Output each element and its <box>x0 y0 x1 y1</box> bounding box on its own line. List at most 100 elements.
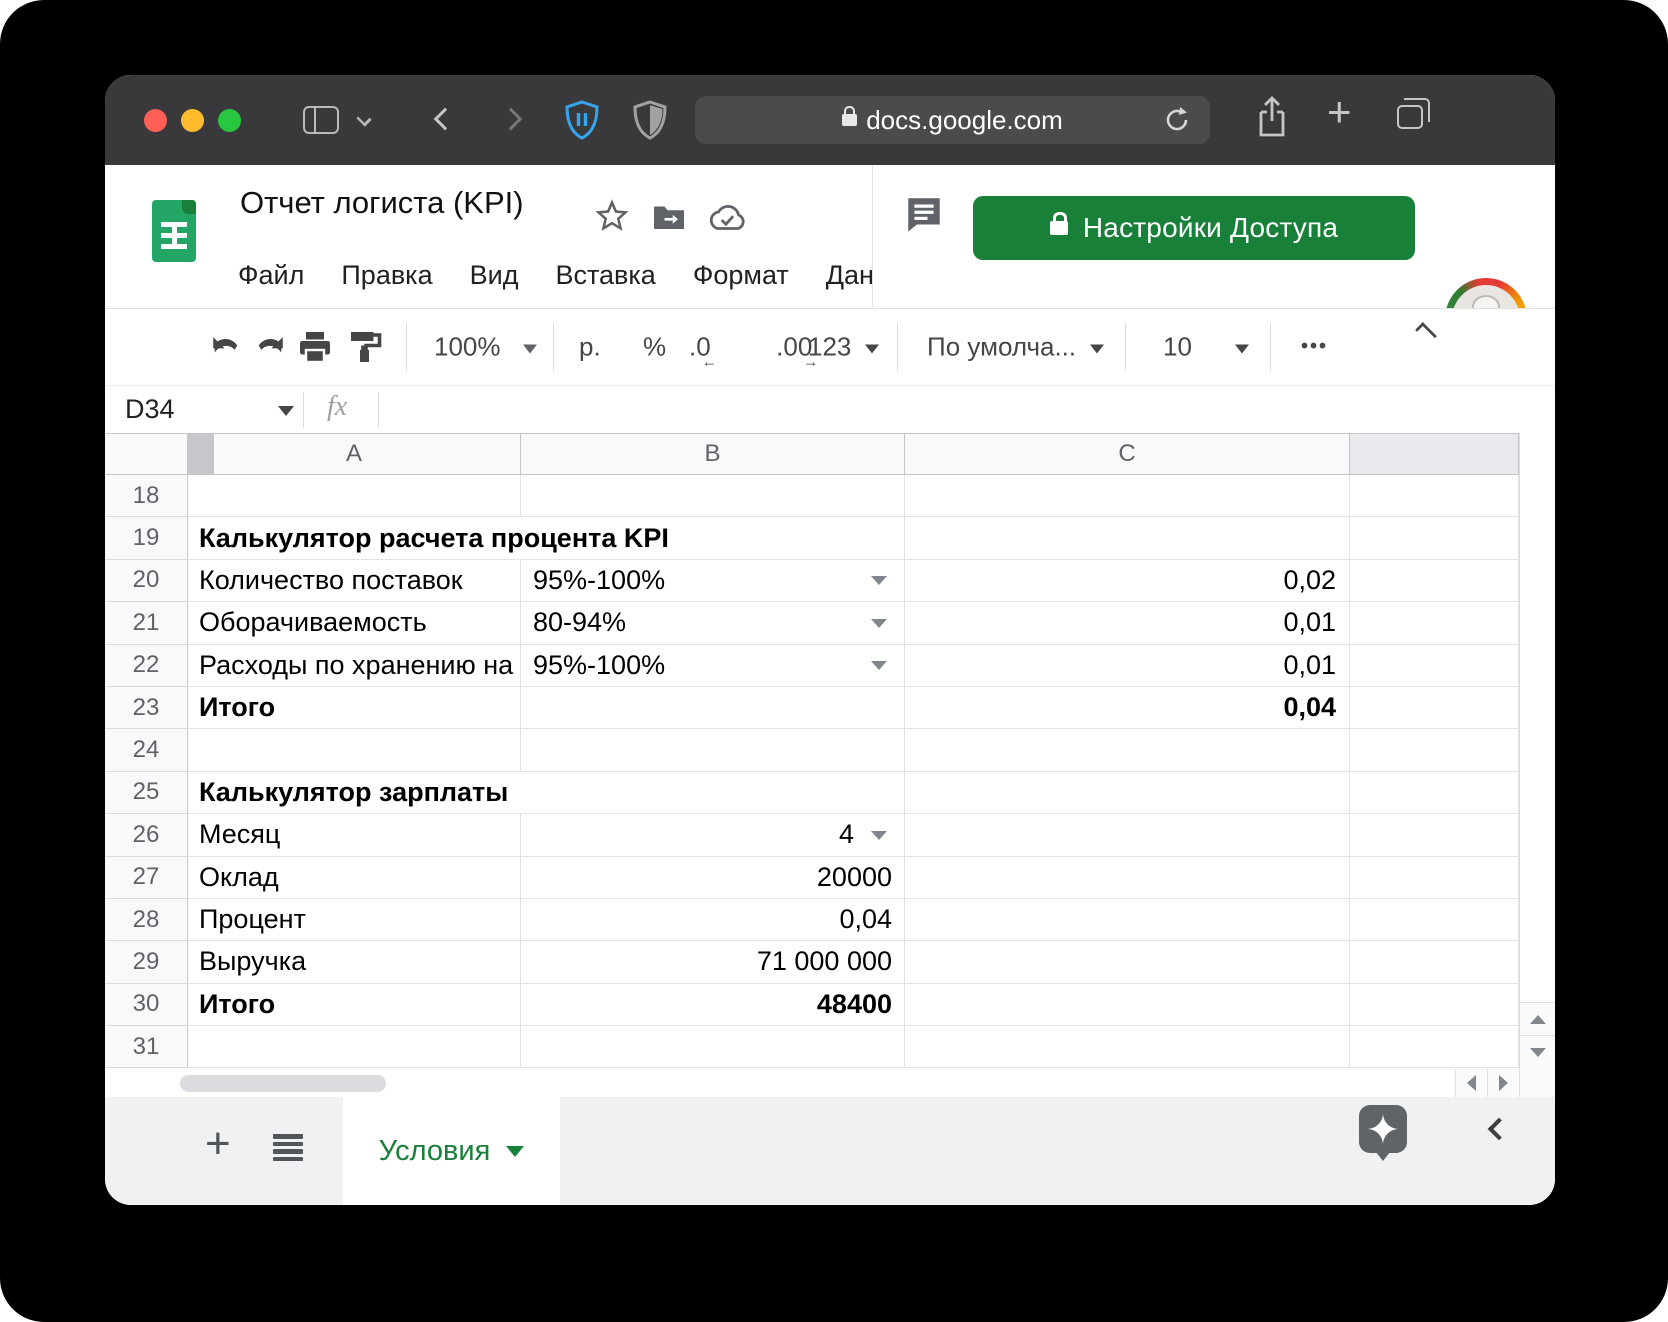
percent-format-button[interactable]: % <box>643 332 666 363</box>
forward-button[interactable] <box>500 108 523 131</box>
sidebar-icon[interactable] <box>303 106 339 134</box>
row-header[interactable]: 19 <box>105 517 188 559</box>
dropdown-caret-icon[interactable] <box>871 619 887 628</box>
cell-c[interactable] <box>905 857 1350 899</box>
collapse-toolbar-icon[interactable] <box>1415 322 1437 344</box>
more-formats-button[interactable]: 123 <box>808 332 851 363</box>
zoom-caret-icon[interactable] <box>523 332 537 363</box>
cell-b[interactable]: 95%-100% <box>521 645 905 687</box>
cell-a[interactable]: Оклад <box>188 857 521 899</box>
tab-usloviya[interactable]: Условия <box>343 1097 560 1205</box>
cell-a[interactable]: Расходы по хранению на к <box>188 645 521 687</box>
cell-a[interactable]: Выручка <box>188 941 521 983</box>
zoom-window-button[interactable] <box>218 109 241 132</box>
scroll-down-button[interactable] <box>1520 1035 1555 1068</box>
sheets-logo-icon[interactable] <box>152 200 196 262</box>
menu-item[interactable]: Дан <box>826 260 872 291</box>
select-all-corner[interactable] <box>105 434 188 474</box>
cell-b[interactable]: 20000 <box>521 857 905 899</box>
column-header[interactable] <box>1350 434 1519 474</box>
tab-overview-icon[interactable] <box>1397 105 1423 129</box>
comment-history-icon[interactable] <box>903 193 945 235</box>
cell-a[interactable] <box>188 1026 521 1068</box>
share-settings-button[interactable]: Настройки Доступа <box>973 196 1415 260</box>
cell-c[interactable] <box>905 772 1350 814</box>
cell-d[interactable] <box>1350 475 1519 517</box>
row-header[interactable]: 21 <box>105 602 188 644</box>
share-icon[interactable] <box>1255 95 1289 139</box>
menu-item[interactable]: Файл <box>238 260 304 291</box>
name-box[interactable]: D34 <box>125 394 175 425</box>
more-toolbar-options-button[interactable]: ••• <box>1301 336 1328 359</box>
chevron-down-icon[interactable] <box>356 111 371 126</box>
formula-input[interactable] <box>395 392 1535 428</box>
cell-b[interactable]: 80-94% <box>521 602 905 644</box>
increase-decimals-button[interactable]: .00→ <box>776 332 812 363</box>
close-window-button[interactable] <box>144 109 167 132</box>
new-tab-button[interactable]: + <box>1327 88 1352 136</box>
privacy-pause-shield-icon[interactable] <box>565 100 599 140</box>
font-select[interactable]: По умолча... <box>927 332 1076 363</box>
cell-d[interactable] <box>1350 645 1519 687</box>
cell-a[interactable]: Количество поставок <box>188 560 521 602</box>
more-formats-caret-icon[interactable] <box>865 332 879 363</box>
scroll-left-button[interactable] <box>1455 1069 1487 1097</box>
cell-c[interactable] <box>905 475 1350 517</box>
undo-icon[interactable] <box>209 332 243 362</box>
cell-d[interactable] <box>1350 857 1519 899</box>
cell-b[interactable]: 0,04 <box>521 899 905 941</box>
dropdown-caret-icon[interactable] <box>871 831 887 840</box>
cell-d[interactable] <box>1350 602 1519 644</box>
cell-a[interactable] <box>188 729 521 771</box>
font-size-caret-icon[interactable] <box>1235 332 1249 363</box>
row-header[interactable]: 18 <box>105 475 188 517</box>
cell-b[interactable] <box>521 475 905 517</box>
row-header[interactable]: 28 <box>105 899 188 941</box>
row-header[interactable]: 30 <box>105 984 188 1026</box>
back-button[interactable] <box>434 108 457 131</box>
cell-c[interactable]: 0,01 <box>905 602 1350 644</box>
cell-d[interactable] <box>1350 899 1519 941</box>
cell-d[interactable] <box>1350 814 1519 856</box>
menu-item[interactable]: Формат <box>693 260 789 291</box>
menu-item[interactable]: Вставка <box>555 260 655 291</box>
all-sheets-icon[interactable] <box>273 1134 303 1162</box>
cell-c[interactable] <box>905 1026 1350 1068</box>
print-icon[interactable] <box>297 330 333 364</box>
scroll-up-button[interactable] <box>1520 1002 1555 1035</box>
cell-b[interactable]: 48400 <box>521 984 905 1026</box>
dropdown-caret-icon[interactable] <box>871 576 887 585</box>
cell-b[interactable] <box>521 1026 905 1068</box>
cell-c[interactable] <box>905 899 1350 941</box>
row-header[interactable]: 24 <box>105 729 188 771</box>
cell-a[interactable]: Калькулятор зарплаты <box>188 772 905 814</box>
cell-c[interactable] <box>905 814 1350 856</box>
cell-a[interactable]: Итого <box>188 984 521 1026</box>
column-header[interactable]: A <box>188 434 521 474</box>
cloud-saved-icon[interactable] <box>707 202 747 232</box>
row-header[interactable]: 22 <box>105 645 188 687</box>
cell-b[interactable] <box>521 729 905 771</box>
minimize-window-button[interactable] <box>181 109 204 132</box>
cell-c[interactable]: 0,04 <box>905 687 1350 729</box>
cell-c[interactable]: 0,02 <box>905 560 1350 602</box>
cell-b[interactable]: 4 <box>521 814 905 856</box>
cell-d[interactable] <box>1350 687 1519 729</box>
horizontal-scrollbar-thumb[interactable] <box>180 1075 386 1092</box>
cell-d[interactable] <box>1350 984 1519 1026</box>
scroll-right-button[interactable] <box>1487 1069 1519 1097</box>
row-header[interactable]: 27 <box>105 857 188 899</box>
extension-shield-icon[interactable] <box>633 100 667 140</box>
menu-item[interactable]: Вид <box>470 260 519 291</box>
cell-b[interactable] <box>521 687 905 729</box>
cell-c[interactable] <box>905 517 1350 559</box>
vertical-scrollbar[interactable] <box>1519 433 1555 1069</box>
decrease-decimals-button[interactable]: .0← <box>689 332 711 363</box>
add-sheet-button[interactable]: + <box>205 1119 231 1169</box>
cell-d[interactable] <box>1350 560 1519 602</box>
paint-format-icon[interactable] <box>348 330 384 364</box>
move-to-folder-icon[interactable] <box>651 202 687 232</box>
column-header[interactable]: B <box>521 434 905 474</box>
cell-d[interactable] <box>1350 1026 1519 1068</box>
row-header[interactable]: 20 <box>105 560 188 602</box>
